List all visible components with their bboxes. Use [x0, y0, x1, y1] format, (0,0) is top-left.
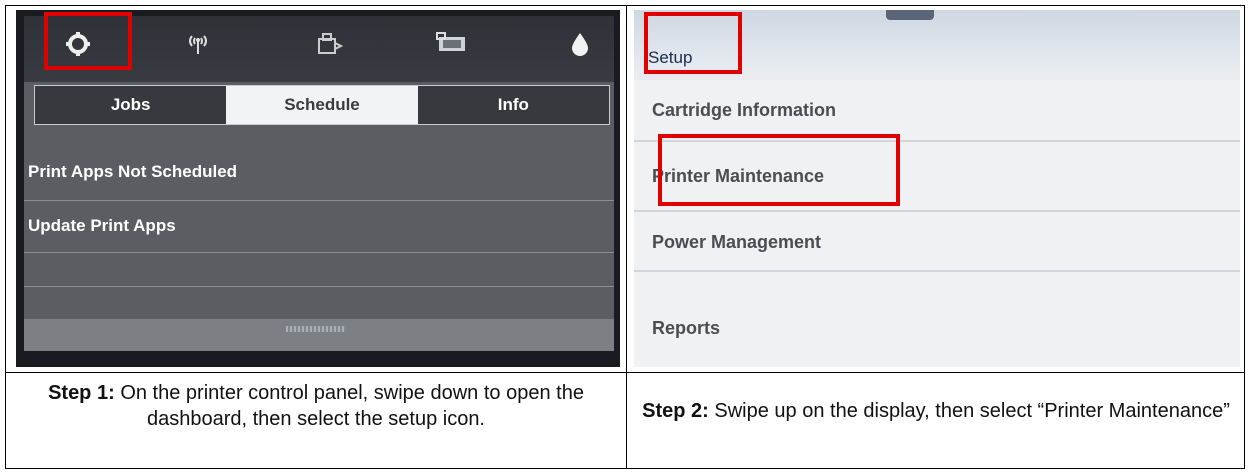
divider	[24, 252, 614, 253]
divider	[24, 286, 614, 287]
divider	[24, 200, 614, 201]
list-item-update-print-apps[interactable]: Update Print Apps	[28, 216, 176, 236]
tab-jobs[interactable]: Jobs	[35, 86, 227, 124]
list-item-print-apps-not-scheduled[interactable]: Print Apps Not Scheduled	[28, 162, 237, 182]
table-divider-horizontal	[5, 372, 1245, 373]
step2-text: Swipe up on the display, then select “Pr…	[714, 400, 1230, 422]
setup-menu: Cartridge Information Printer Maintenanc…	[634, 80, 1240, 367]
step1-caption: Step 1: On the printer control panel, sw…	[12, 380, 620, 432]
table-divider-vertical	[626, 5, 627, 469]
web-services-icon[interactable]	[310, 24, 350, 64]
step2-label: Step 2:	[642, 400, 709, 422]
tab-info[interactable]: Info	[417, 86, 609, 124]
dashboard-tabs: Jobs Schedule Info	[34, 85, 610, 125]
ink-drop-icon[interactable]	[560, 24, 600, 64]
menu-item-power-management[interactable]: Power Management	[652, 232, 821, 253]
highlight-printer-maintenance	[658, 134, 900, 206]
highlight-setup-icon	[44, 12, 132, 70]
menu-item-cartridge-information[interactable]: Cartridge Information	[652, 100, 836, 121]
step1-label: Step 1:	[48, 382, 115, 404]
step2-caption: Step 2: Swipe up on the display, then se…	[632, 398, 1240, 424]
menu-item-reports[interactable]: Reports	[652, 318, 720, 339]
tab-schedule[interactable]: Schedule	[226, 86, 418, 124]
divider	[634, 210, 1240, 212]
network-icon[interactable]	[432, 24, 472, 64]
dashboard-footer	[24, 319, 614, 351]
highlight-setup-title	[644, 12, 742, 74]
divider	[634, 270, 1240, 272]
pull-tab[interactable]	[886, 10, 934, 20]
wireless-icon[interactable]	[178, 24, 218, 64]
step1-text: On the printer control panel, swipe down…	[120, 382, 584, 430]
drag-handle[interactable]	[286, 326, 346, 332]
